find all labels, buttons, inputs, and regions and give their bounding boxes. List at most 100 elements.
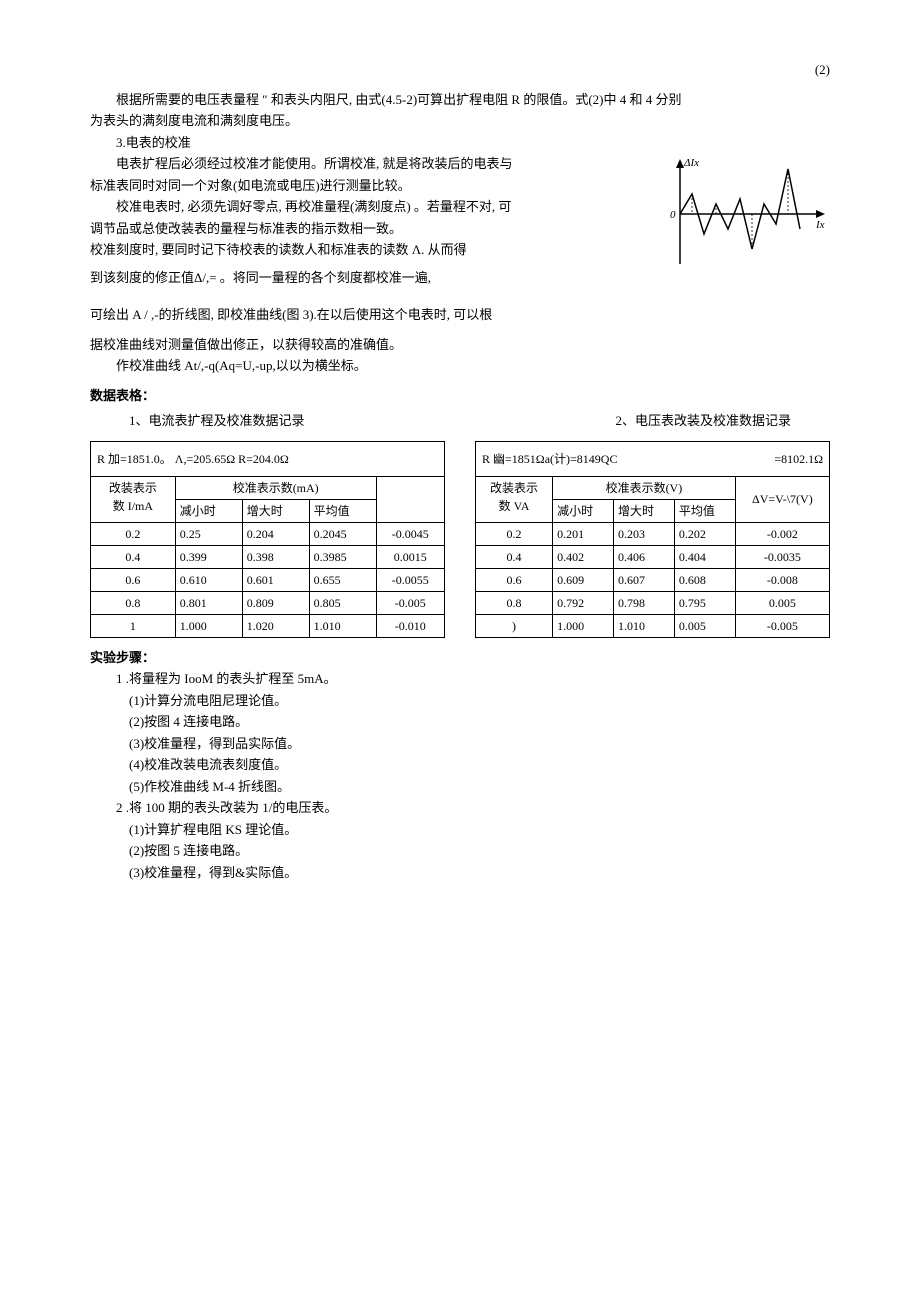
- cell: 0.655: [309, 568, 376, 591]
- table2-header-right: =8102.1Ω: [774, 450, 823, 468]
- col-label: 平均值: [309, 499, 376, 522]
- cell: 0.398: [242, 545, 309, 568]
- col-label: 减小时: [553, 499, 614, 522]
- cell: 0.404: [674, 545, 735, 568]
- list-item: 1 .将量程为 IooM 的表头扩程至 5mA。: [90, 669, 830, 689]
- table2-header-line: R 幽=1851Ωa(计)=8149QC =8102.1Ω: [475, 441, 830, 476]
- list-item: (2)按图 5 连接电路。: [90, 841, 830, 861]
- col-label: [376, 476, 444, 522]
- calibration-graph: 0 ΔIx Ix: [670, 154, 830, 274]
- cell: -0.008: [735, 568, 829, 591]
- cell: 0.2: [91, 522, 176, 545]
- table-row: 改装表示 数 I/mA 校准表示数(mA): [91, 476, 445, 499]
- col-label: ΔV=V-\7(V): [735, 476, 829, 522]
- list-item: (2)按图 4 连接电路。: [90, 712, 830, 732]
- cell: 0.607: [613, 568, 674, 591]
- cell: 0.201: [553, 522, 614, 545]
- cell: -0.010: [376, 614, 444, 637]
- list-item: 2 .将 100 期的表头改装为 1/的电压表。: [90, 798, 830, 818]
- table-row: 0.2 0.25 0.204 0.2045 -0.0045: [91, 522, 445, 545]
- cell: 1.010: [613, 614, 674, 637]
- table-row: 0.4 0.402 0.406 0.404 -0.0035: [476, 545, 830, 568]
- cell: 0.202: [674, 522, 735, 545]
- cell: 1.000: [553, 614, 614, 637]
- table-row: 改装表示 数 VA 校准表示数(V) ΔV=V-\7(V): [476, 476, 830, 499]
- table-row: 0.6 0.609 0.607 0.608 -0.008: [476, 568, 830, 591]
- table-row: 1 1.000 1.020 1.010 -0.010: [91, 614, 445, 637]
- table-row: 0.8 0.801 0.809 0.805 -0.005: [91, 591, 445, 614]
- cell: 0.6: [476, 568, 553, 591]
- cell: 0.792: [553, 591, 614, 614]
- cell: 0.2045: [309, 522, 376, 545]
- table-row: ) 1.000 1.010 0.005 -0.005: [476, 614, 830, 637]
- col-label: 减小时: [175, 499, 242, 522]
- table2: 改装表示 数 VA 校准表示数(V) ΔV=V-\7(V) 减小时 增大时 平均…: [475, 476, 830, 638]
- cell: 0.8: [476, 591, 553, 614]
- cell: 1.000: [175, 614, 242, 637]
- cell: 0.601: [242, 568, 309, 591]
- cell: 0.8: [91, 591, 176, 614]
- graph-y-label: ΔIx: [683, 157, 699, 169]
- col-label: 数 I/mA: [113, 499, 153, 513]
- col-label: 增大时: [242, 499, 309, 522]
- col-label: 改装表示: [490, 481, 538, 495]
- cell: 0.4: [476, 545, 553, 568]
- section-steps-heading: 实验步骤：: [90, 648, 830, 668]
- cell: 0.005: [674, 614, 735, 637]
- col-label: 改装表示: [109, 481, 157, 495]
- graph-origin-label: 0: [670, 209, 676, 221]
- table1-header-text: R 加=1851.0。 Λ,=205.65Ω R=204.0Ω: [97, 450, 289, 468]
- cell: -0.0045: [376, 522, 444, 545]
- table-row: 0.2 0.201 0.203 0.202 -0.002: [476, 522, 830, 545]
- paragraph: 据校准曲线对测量值做出修正，以获得较高的准确值。: [90, 335, 830, 355]
- equation-number: (2): [90, 60, 830, 80]
- list-item: (3)校准量程，得到&实际值。: [90, 863, 830, 883]
- table1-header-line: R 加=1851.0。 Λ,=205.65Ω R=204.0Ω: [90, 441, 445, 476]
- cell: 0.406: [613, 545, 674, 568]
- cell: -0.0055: [376, 568, 444, 591]
- cell: 0.005: [735, 591, 829, 614]
- cell: 0.805: [309, 591, 376, 614]
- cell: 0.203: [613, 522, 674, 545]
- steps-list: 1 .将量程为 IooM 的表头扩程至 5mA。 (1)计算分流电阻尼理论值。 …: [90, 669, 830, 882]
- col-label: 数 VA: [499, 499, 530, 513]
- cell: 1.020: [242, 614, 309, 637]
- table2-caption: 2、电压表改装及校准数据记录: [615, 411, 791, 431]
- col-label: 校准表示数(mA): [175, 476, 376, 499]
- table-row: 0.4 0.399 0.398 0.3985 0.0015: [91, 545, 445, 568]
- cell: 1: [91, 614, 176, 637]
- cell: 0.3985: [309, 545, 376, 568]
- col-label: 增大时: [613, 499, 674, 522]
- graph-x-label: Ix: [815, 219, 825, 231]
- table2-header-left: R 幽=1851Ωa(计)=8149QC: [482, 450, 617, 468]
- table-row: 0.6 0.610 0.601 0.655 -0.0055: [91, 568, 445, 591]
- list-item: (1)计算分流电阻尼理论值。: [90, 691, 830, 711]
- cell: -0.005: [735, 614, 829, 637]
- cell: 0.609: [553, 568, 614, 591]
- paragraph: 作校准曲线 At/,-q(Aq=U,-up,以以为横坐标。: [90, 356, 830, 376]
- cell: 0.608: [674, 568, 735, 591]
- col-label: 校准表示数(V): [553, 476, 736, 499]
- cell: 1.010: [309, 614, 376, 637]
- cell: 0.2: [476, 522, 553, 545]
- cell: 0.798: [613, 591, 674, 614]
- cell: 0.4: [91, 545, 176, 568]
- list-item: (3)校准量程，得到品实际值。: [90, 734, 830, 754]
- cell: 0.25: [175, 522, 242, 545]
- cell: 0.809: [242, 591, 309, 614]
- list-item: (1)计算扩程电阻 KS 理论值。: [90, 820, 830, 840]
- cell: 0.801: [175, 591, 242, 614]
- cell: 0.399: [175, 545, 242, 568]
- paragraph: 根据所需要的电压表量程 ″ 和表头内阻尺, 由式(4.5-2)可算出扩程电阻 R…: [90, 90, 830, 110]
- section-data-heading: 数据表格：: [90, 386, 830, 406]
- table1-caption: 1、电流表扩程及校准数据记录: [129, 411, 305, 431]
- cell: 0.204: [242, 522, 309, 545]
- table2-wrap: R 幽=1851Ωa(计)=8149QC =8102.1Ω 改装表示 数 VA …: [475, 441, 830, 638]
- cell: 0.795: [674, 591, 735, 614]
- cell: 0.0015: [376, 545, 444, 568]
- paragraph: 可绘出 A / ,-的折线图, 即校准曲线(图 3).在以后使用这个电表时, 可…: [90, 305, 830, 325]
- subheading-3: 3.电表的校准: [90, 133, 830, 153]
- cell: ): [476, 614, 553, 637]
- paragraph: 为表头的满刻度电流和满刻度电压。: [90, 111, 830, 131]
- cell: 0.6: [91, 568, 176, 591]
